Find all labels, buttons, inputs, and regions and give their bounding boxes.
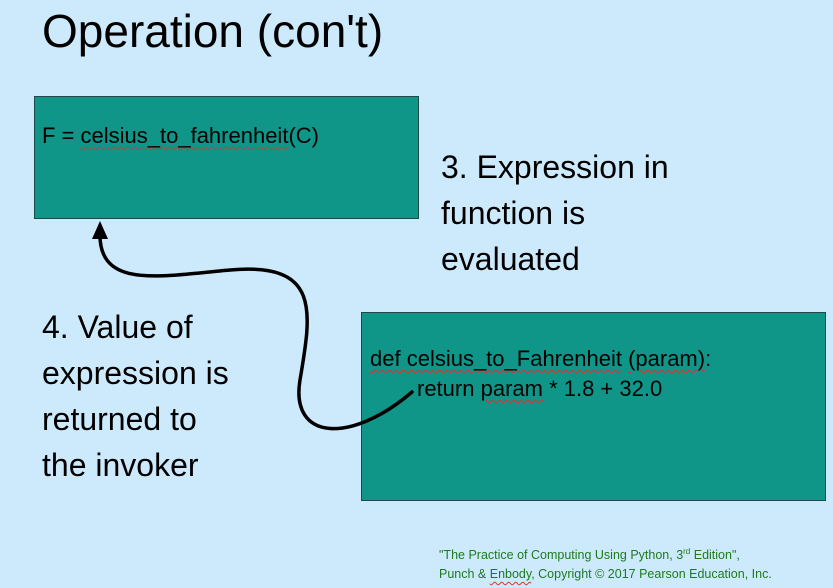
call-argument: (C) <box>288 123 319 148</box>
citation-author-punch: Punch & <box>439 567 490 581</box>
call-code-line: F = celsius_to_fahrenheit(C) <box>42 121 319 151</box>
citation: "The Practice of Computing Using Python,… <box>439 546 772 584</box>
citation-copyright: , Copyright © 2017 Pearson Education, In… <box>531 567 772 581</box>
def-function-name: celsius_to_Fahrenheit <box>406 346 622 371</box>
citation-line-1: "The Practice of Computing Using Python,… <box>439 546 772 565</box>
slide-title: Operation (con't) <box>42 5 384 57</box>
call-function-name: celsius_to_fahrenheit <box>80 123 289 148</box>
function-def-code: def celsius_to_Fahrenheit (param): retur… <box>370 344 711 404</box>
def-colon: : <box>705 346 712 371</box>
def-keyword: def <box>370 346 407 371</box>
return-parameter: param <box>480 376 543 401</box>
step-3-line-1: 3. Expression in <box>441 149 669 185</box>
def-parameter: (param) <box>628 346 706 371</box>
citation-book-title: "The Practice of Computing Using Python,… <box>439 548 684 562</box>
citation-edition: Edition", <box>690 548 740 562</box>
step-4-line-4: the invoker <box>42 447 199 483</box>
def-line: def celsius_to_Fahrenheit (param): <box>370 344 711 374</box>
return-expression: * 1.8 + 32.0 <box>542 376 663 401</box>
call-prefix: F = <box>42 123 81 148</box>
step-4-line-1: 4. Value of <box>42 309 193 345</box>
step-3-line-2: function is <box>441 195 586 231</box>
citation-author-enbody: Enbody <box>489 567 532 581</box>
step-4-line-2: expression is <box>42 355 229 391</box>
return-keyword: return <box>417 376 481 401</box>
function-def-box: def celsius_to_Fahrenheit (param): retur… <box>361 312 826 501</box>
return-line: return param * 1.8 + 32.0 <box>370 374 711 404</box>
step-3-line-3: evaluated <box>441 241 580 277</box>
citation-line-2: Punch & Enbody, Copyright © 2017 Pearson… <box>439 565 772 584</box>
step-3-note: 3. Expression in function is evaluated <box>441 144 669 282</box>
call-code-box: F = celsius_to_fahrenheit(C) <box>34 96 419 219</box>
step-4-note: 4. Value of expression is returned to th… <box>42 304 229 488</box>
step-4-line-3: returned to <box>42 401 197 437</box>
